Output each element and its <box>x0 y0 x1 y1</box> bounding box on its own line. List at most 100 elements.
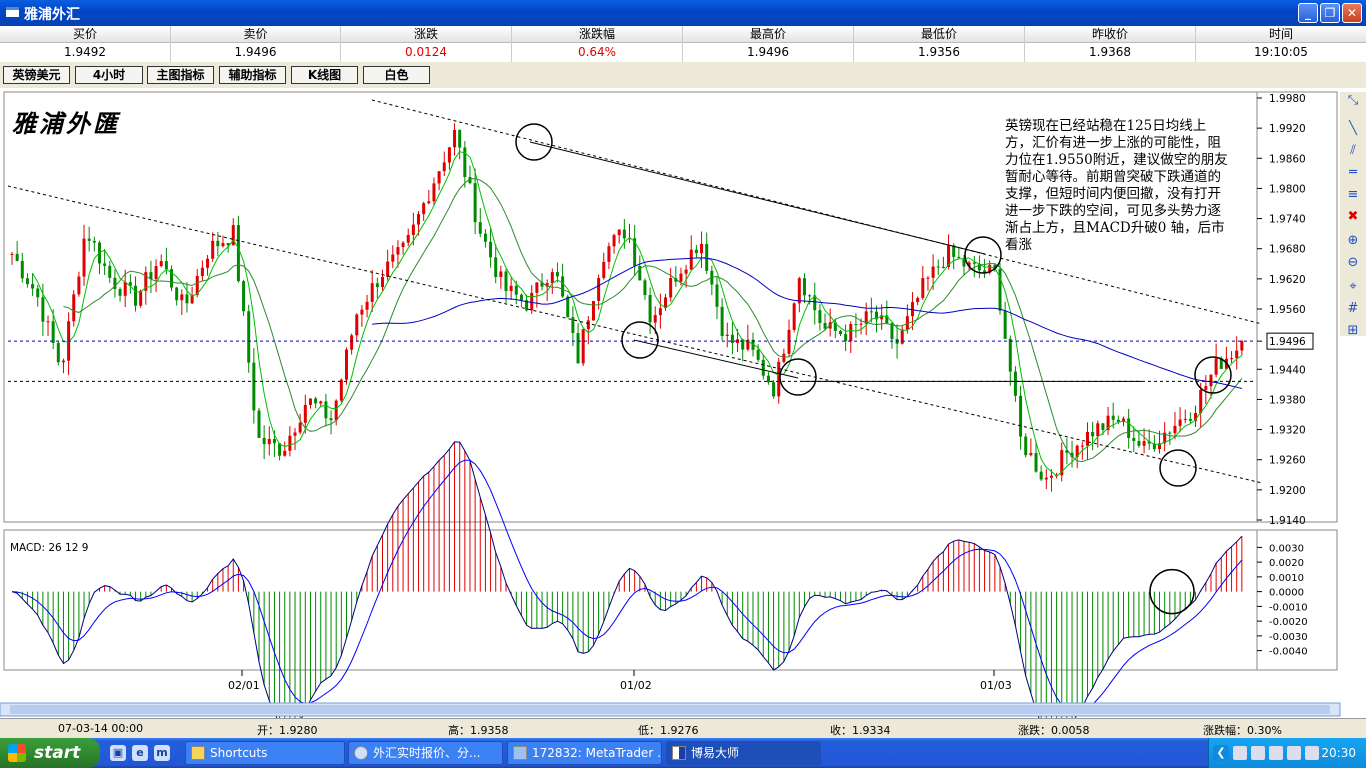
task-boyi[interactable]: 博易大师 <box>666 741 821 765</box>
sub-indicator-button[interactable]: 辅助指标 <box>219 66 286 84</box>
candle-body <box>422 203 426 215</box>
candle-body <box>1183 418 1187 420</box>
candle-body <box>427 201 431 204</box>
candle-body <box>61 360 65 363</box>
maximize-button[interactable]: ❐ <box>1320 3 1340 23</box>
price-tick-label: 1.9980 <box>1269 93 1306 105</box>
candle-body <box>1019 395 1023 437</box>
quote-value: 1.9492 <box>64 45 106 59</box>
label-icon[interactable]: ⊞ <box>1344 322 1362 340</box>
candle-body <box>272 439 276 444</box>
symbol-button[interactable]: 英镑美元 <box>3 66 70 84</box>
crosshair-icon[interactable]: ⌖ <box>1344 278 1362 296</box>
macd-tick-label: 0.0000 <box>1269 588 1304 599</box>
grid-icon[interactable]: # <box>1344 300 1362 318</box>
price-tick-label: 1.9496 <box>1269 336 1306 348</box>
candle-body <box>499 271 503 277</box>
task-shortcuts[interactable]: Shortcuts <box>185 741 345 765</box>
channel-icon[interactable]: ≡ <box>1344 186 1362 204</box>
quote-value: 1.9496 <box>747 45 789 59</box>
close-button[interactable]: ✕ <box>1342 3 1362 23</box>
tray-ime-icon[interactable] <box>1251 746 1265 760</box>
tray-monitor-icon[interactable] <box>1287 746 1301 760</box>
window-title: 雅浦外汇 <box>24 7 80 23</box>
candle-body <box>329 418 333 421</box>
pointer-icon[interactable]: ⤡ <box>1344 92 1362 110</box>
candle-body <box>51 321 55 343</box>
candle-body <box>1127 418 1131 438</box>
candle-body <box>139 290 143 306</box>
candle-body <box>766 375 770 383</box>
candle-body <box>1204 386 1208 390</box>
candle-body <box>216 240 220 247</box>
candle-body <box>622 229 626 239</box>
task-metatrader[interactable]: 172832: MetaTrader ... <box>507 741 662 765</box>
candle-body <box>921 278 925 298</box>
tray-network-icon[interactable] <box>1233 746 1247 760</box>
candle-body <box>1096 423 1100 437</box>
candle-body <box>679 273 683 282</box>
drawing-toolbar: ⤡ ╲ ⫽ ═ ≡ ✖ ⊕ ⊖ ⌖ # ⊞ <box>1340 92 1366 338</box>
candle-body <box>1101 423 1105 430</box>
zoom-in-icon[interactable]: ⊕ <box>1344 232 1362 250</box>
macd-tick-label: 0.0030 <box>1269 543 1304 554</box>
candle-body <box>206 258 210 268</box>
quote-col-high: 最高价 1.9496 <box>683 26 854 62</box>
task-forex-quotes[interactable]: 外汇实时报价、分... <box>348 741 503 765</box>
candle-body <box>108 265 112 278</box>
quicklaunch-maxthon-icon[interactable]: m <box>154 745 170 761</box>
system-tray: ❮ 20:30 <box>1208 738 1366 768</box>
price-tick-label: 1.9860 <box>1269 153 1306 165</box>
quote-header: 最高价 <box>683 26 853 43</box>
status-change-pct: 涨跌幅：0.30% <box>1203 724 1282 737</box>
candle-body <box>1024 436 1028 456</box>
status-date: 07-03-14 00:00 <box>58 722 144 735</box>
quote-header: 卖价 <box>171 26 340 43</box>
candle-body <box>1142 441 1146 446</box>
tray-expand-icon[interactable]: ❮ <box>1213 745 1229 761</box>
candle-body <box>694 249 698 254</box>
price-tick-label: 1.9800 <box>1269 183 1306 195</box>
macd-tick-label: -0.0020 <box>1269 617 1308 628</box>
start-button[interactable]: start <box>0 738 100 768</box>
candle-body <box>823 323 827 329</box>
minimize-button[interactable]: _ <box>1298 3 1318 23</box>
delete-icon[interactable]: ✖ <box>1344 208 1362 226</box>
quote-col-time: 时间 19:10:05 <box>1196 26 1366 62</box>
zoom-out-icon[interactable]: ⊖ <box>1344 254 1362 272</box>
macd-tick-label: 0.0010 <box>1269 573 1304 584</box>
main-indicator-button[interactable]: 主图指标 <box>147 66 214 84</box>
candle-body <box>1049 475 1053 478</box>
candle-body <box>77 276 81 295</box>
candle-body <box>761 359 765 376</box>
candle-body <box>916 297 920 303</box>
candle-body <box>1178 419 1182 426</box>
color-scheme-button[interactable]: 白色 <box>363 66 430 84</box>
parallel-line-icon[interactable]: ⫽ <box>1344 142 1362 160</box>
timeframe-button[interactable]: 4小时 <box>75 66 143 84</box>
candle-body <box>1235 350 1239 359</box>
price-tick-label: 1.9920 <box>1269 123 1306 135</box>
quicklaunch-desktop-icon[interactable]: ▣ <box>110 745 126 761</box>
quicklaunch-ie-icon[interactable]: e <box>132 745 148 761</box>
chart-area[interactable]: 1.9980 1.9920 1.9860 1.9800 1.9740 1.9680 1.96… <box>0 88 1366 718</box>
candle-body <box>298 422 302 433</box>
clock: 20:30 <box>1321 746 1356 760</box>
toolbar: 英镑美元 4小时 主图指标 辅助指标 K线图 白色 <box>0 63 1366 87</box>
candle-body <box>406 234 410 243</box>
title-bar: 雅浦外汇 _ ❐ ✕ <box>0 0 1366 26</box>
tray-volume-icon[interactable] <box>1305 746 1319 760</box>
line-tool-icon[interactable]: ╲ <box>1344 120 1362 138</box>
horizontal-line-icon[interactable]: ═ <box>1344 164 1362 182</box>
candle-body <box>319 401 323 404</box>
candle-body <box>648 295 652 323</box>
candle-body <box>576 333 580 364</box>
candle-body <box>586 320 590 330</box>
candle-body <box>236 225 240 282</box>
tray-app-icon[interactable] <box>1269 746 1283 760</box>
candle-body <box>689 249 693 270</box>
date-tick-label: 01/02 <box>620 679 652 692</box>
chart-type-button[interactable]: K线图 <box>291 66 358 84</box>
candle-body <box>591 300 595 321</box>
candle-body <box>15 253 19 261</box>
